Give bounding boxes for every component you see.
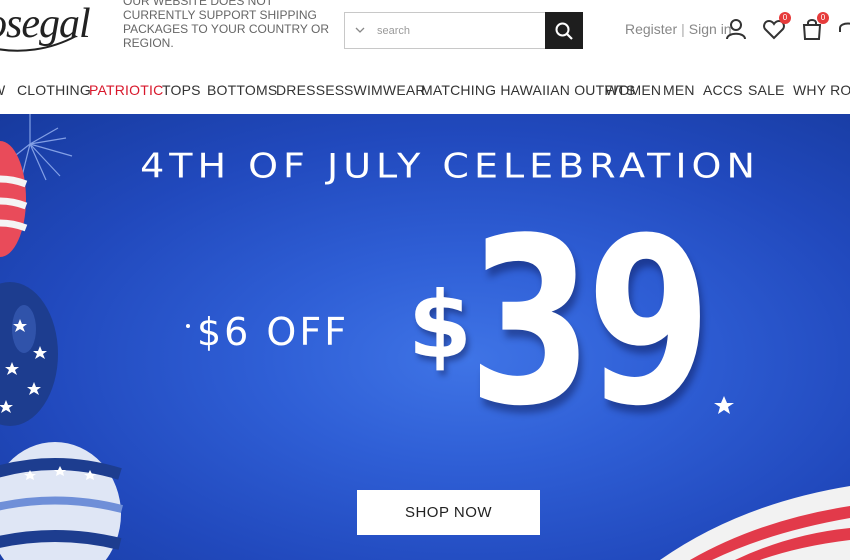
account-separator: | [681, 21, 685, 37]
site-header: osegal OUR WEBSITE DOES NOT CURRENTLY SU… [0, 0, 850, 70]
nav-item-dresses[interactable]: DRESSES [276, 82, 344, 98]
nav-item-why-rosegal[interactable]: WHY ROSE [793, 82, 850, 98]
cart-count-badge: 0 [817, 12, 829, 24]
search-icon [555, 22, 573, 40]
search-button[interactable] [545, 12, 583, 49]
nav-item-matching-hawaiian-outfits[interactable]: MATCHING HAWAIIAN OUTFITS [421, 82, 635, 98]
wishlist-button[interactable]: 0 [762, 12, 791, 41]
nav-item-men[interactable]: MEN [663, 82, 695, 98]
search-input[interactable] [377, 13, 545, 48]
user-button[interactable] [724, 17, 748, 41]
striped-star-balloon-icon [0, 442, 123, 560]
nav-item-tops[interactable]: TOPS [162, 82, 201, 98]
headset-icon [839, 22, 850, 32]
price-value: 39 [468, 190, 711, 457]
logo-swoosh-icon [0, 35, 77, 52]
nav-item-sale[interactable]: SALE [748, 82, 785, 98]
flag-wave-icon [660, 486, 850, 560]
star-icon [714, 396, 734, 414]
chevron-down-icon[interactable] [355, 25, 365, 35]
wishlist-count-badge: 0 [779, 12, 791, 24]
sparkle-icon [186, 324, 190, 328]
star-balloon-icon [0, 282, 58, 426]
price-currency: $ [408, 272, 473, 379]
shop-now-button[interactable]: SHOP NOW [357, 490, 540, 535]
nav-item-women[interactable]: WOMEN [605, 82, 661, 98]
nav-item-bottoms[interactable]: BOTTOMS [207, 82, 277, 98]
nav-item-accs[interactable]: ACCS [703, 82, 743, 98]
search-bar [344, 12, 583, 49]
nav-item-clothing[interactable]: CLOTHING [17, 82, 91, 98]
account-links: Register | Sign in [625, 21, 732, 37]
register-link[interactable]: Register [625, 21, 677, 37]
cart-button[interactable]: 0 [800, 12, 829, 41]
discount-text: $6 OFF [197, 310, 350, 354]
nav-item-swimwear[interactable]: SWIMWEAR [344, 82, 426, 98]
nav-item-new[interactable]: W [0, 82, 5, 98]
banner-title: 4TH OF JULY CELEBRATION [140, 146, 760, 186]
main-nav: W CLOTHING PATRIOTIC TOPS BOTTOMS DRESSE… [0, 70, 850, 114]
user-icon [726, 19, 746, 40]
hero-banner[interactable]: 4TH OF JULY CELEBRATION $6 OFF $ 39 SHOP… [0, 114, 850, 560]
nav-item-patriotic[interactable]: PATRIOTIC [89, 82, 163, 98]
shipping-notice: OUR WEBSITE DOES NOT CURRENTLY SUPPORT S… [123, 0, 330, 50]
support-button[interactable] [836, 17, 850, 41]
